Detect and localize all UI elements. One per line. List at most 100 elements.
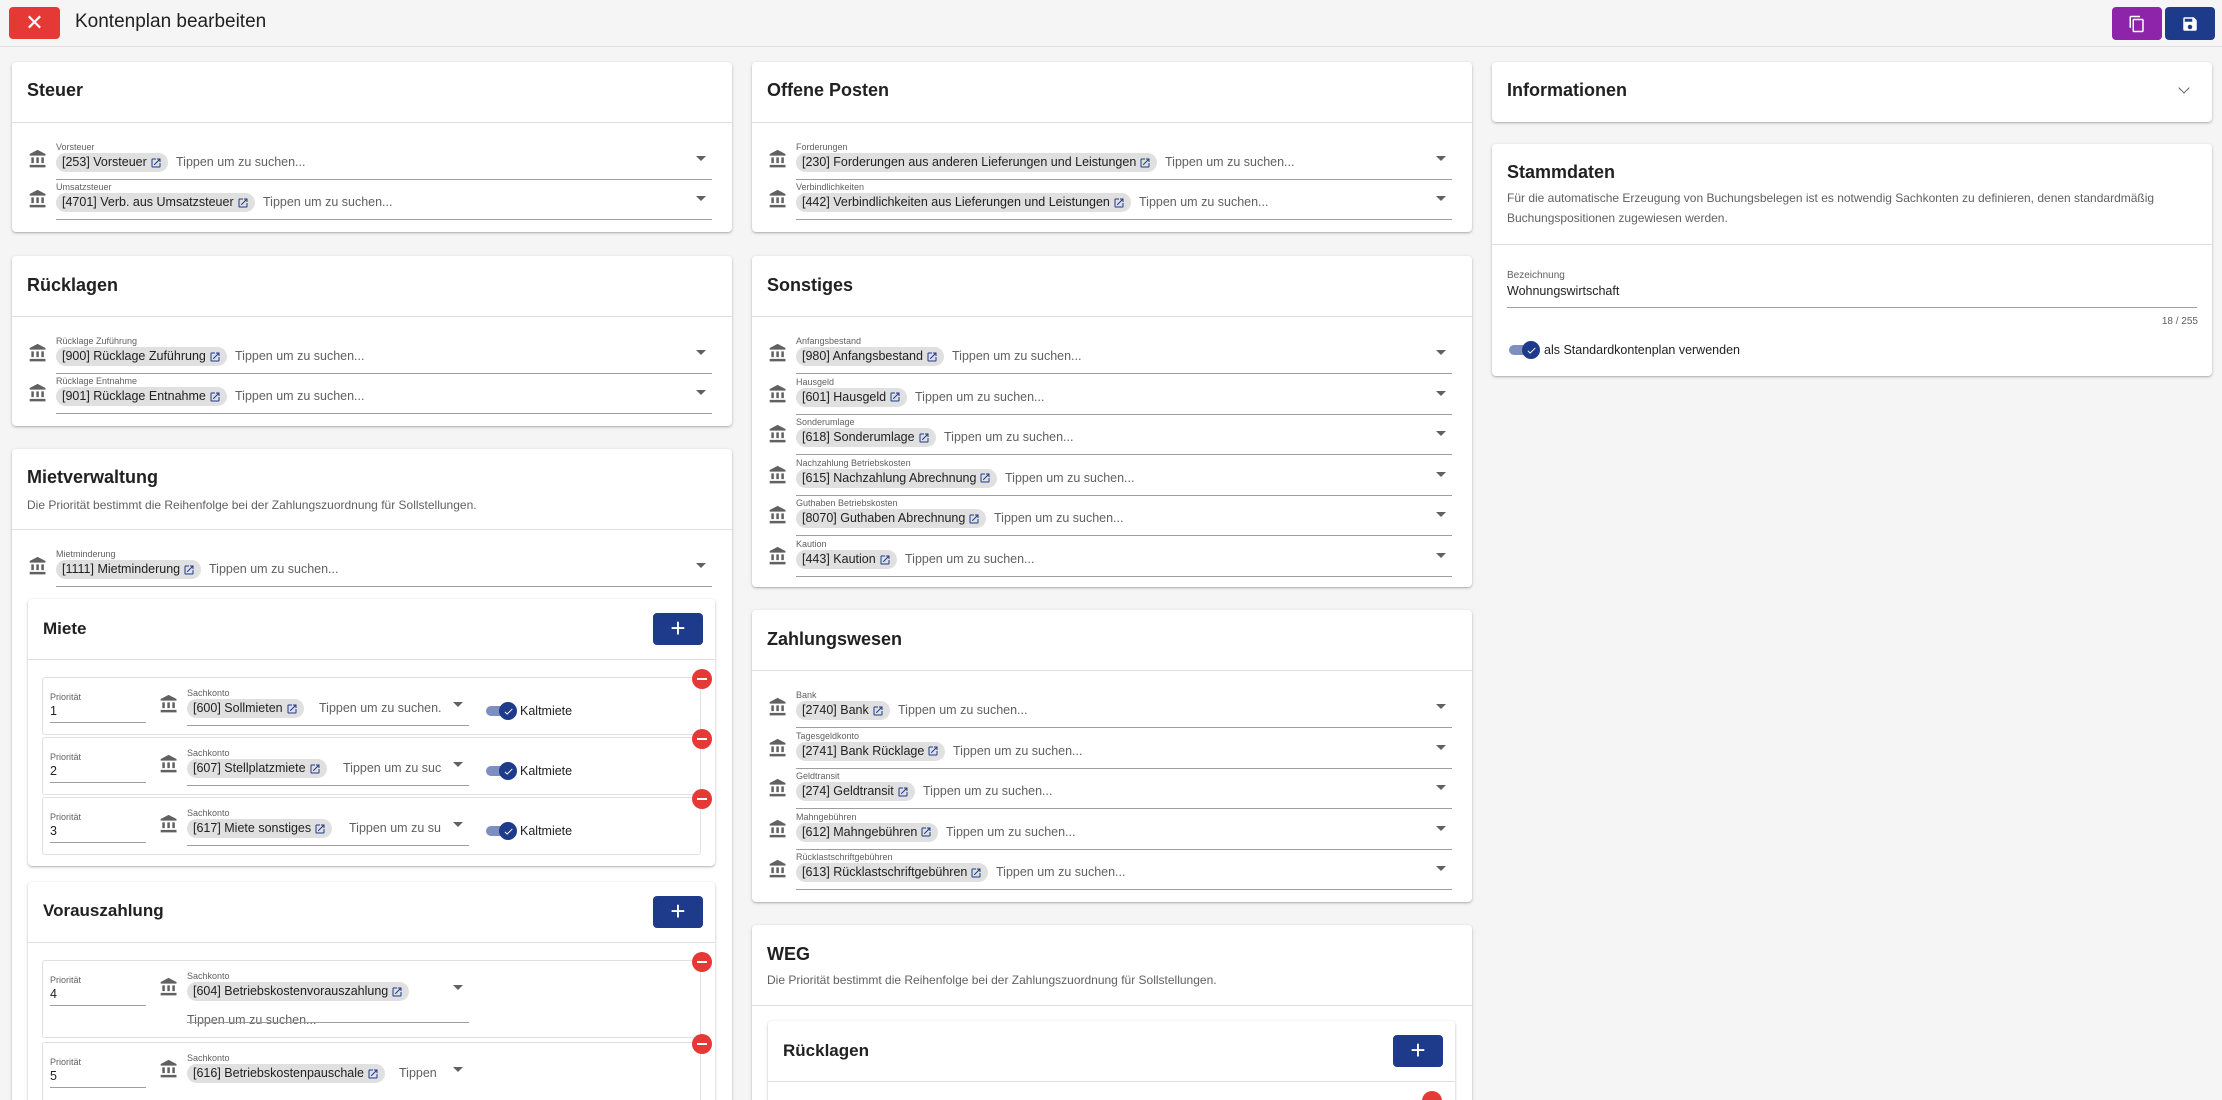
account-select[interactable]: [604] Betriebskostenvorauszahlung Tippen … xyxy=(159,971,469,1027)
account-chip[interactable]: [443] Kaution xyxy=(796,550,897,569)
account-chip[interactable]: [600] Sollmieten xyxy=(187,699,304,718)
dropdown-caret-icon[interactable] xyxy=(453,985,463,990)
account-chip[interactable]: [604] Betriebskostenvorauszahlung xyxy=(187,982,410,1001)
priority-input[interactable]: 5 xyxy=(50,1069,57,1083)
priority-input[interactable]: 1 xyxy=(50,704,57,718)
name-field[interactable]: Wohnungswirtschaft xyxy=(1507,284,1619,298)
add-miete-button[interactable]: + xyxy=(653,613,703,645)
search-placeholder[interactable]: Tippen um zu suchen... xyxy=(915,390,1428,404)
priority-input[interactable]: 4 xyxy=(50,987,57,1001)
remove-button[interactable] xyxy=(692,1034,712,1054)
account-select[interactable]: Rücklage Entnahme [901] Rücklage Entnahme… xyxy=(28,376,712,414)
account-chip[interactable]: [900] Rücklage Zuführung xyxy=(56,347,227,366)
open-external-icon[interactable] xyxy=(1139,157,1151,169)
open-external-icon[interactable] xyxy=(897,786,909,798)
search-placeholder[interactable]: Tippen um zu suchen. xyxy=(319,701,451,715)
dropdown-caret-icon[interactable] xyxy=(696,390,706,395)
account-select[interactable]: Verbindlichkeiten [442] Verbindlichkeiten… xyxy=(768,182,1452,220)
account-select[interactable]: Rücklastschriftgebühren [613] Rücklastsch… xyxy=(768,852,1452,890)
search-placeholder[interactable]: Tippen um zu suchen... xyxy=(944,430,1428,444)
open-external-icon[interactable] xyxy=(209,351,221,363)
search-placeholder[interactable]: Tippen um zu suchen... xyxy=(209,562,688,576)
search-placeholder[interactable]: Tippen xyxy=(399,1066,449,1080)
open-external-icon[interactable] xyxy=(1113,197,1125,209)
account-chip[interactable]: [617] Miete sonstiges xyxy=(187,819,333,838)
account-chip[interactable]: [4701] Verb. aus Umsatzsteuer xyxy=(56,193,255,212)
search-placeholder[interactable]: Tippen um zu suchen... xyxy=(187,1013,447,1027)
account-chip[interactable]: [253] Vorsteuer xyxy=(56,153,168,172)
dropdown-caret-icon[interactable] xyxy=(696,196,706,201)
account-chip[interactable]: [442] Verbindlichkeiten aus Lieferungen … xyxy=(796,193,1131,212)
account-select[interactable]: Hausgeld [601] Hausgeld Tippen um zu suche… xyxy=(768,377,1452,415)
search-placeholder[interactable]: Tippen um zu suchen... xyxy=(1139,195,1428,209)
open-external-icon[interactable] xyxy=(872,705,884,717)
account-chip[interactable]: [1111] Mietminderung xyxy=(56,560,202,579)
dropdown-caret-icon[interactable] xyxy=(1436,744,1446,750)
close-button[interactable]: ✕ xyxy=(9,7,60,39)
dropdown-caret-icon[interactable] xyxy=(1436,156,1446,161)
search-placeholder[interactable]: Tippen um zu suchen... xyxy=(263,195,688,209)
account-select[interactable]: Anfangsbestand [980] Anfangsbestand Tippen… xyxy=(768,336,1452,374)
dropdown-caret-icon[interactable] xyxy=(1436,196,1446,201)
search-placeholder[interactable]: Tippen um zu suchen... xyxy=(923,784,1428,798)
account-chip[interactable]: [616] Betriebskostenpauschale xyxy=(187,1064,385,1083)
search-placeholder[interactable]: Tippen um zu suchen... xyxy=(953,744,1428,758)
dropdown-caret-icon[interactable] xyxy=(1436,390,1446,396)
search-placeholder[interactable]: Tippen um zu suc xyxy=(343,761,451,775)
informationen-card[interactable]: Informationen xyxy=(1492,62,2212,122)
search-placeholder[interactable]: Tippen um zu suchen... xyxy=(1165,155,1428,169)
account-chip[interactable]: [980] Anfangsbestand xyxy=(796,347,944,366)
account-select[interactable]: Forderungen [230] Forderungen aus anderen… xyxy=(768,142,1452,180)
save-button[interactable] xyxy=(2165,7,2215,40)
account-select[interactable]: Mahngebühren [612] Mahngebühren Tippen um … xyxy=(768,812,1452,850)
search-placeholder[interactable]: Tippen um zu suchen... xyxy=(235,389,688,403)
account-chip[interactable]: [274] Geldtransit xyxy=(796,782,915,801)
priority-input[interactable]: 2 xyxy=(50,764,57,778)
add-vorauszahlung-button[interactable]: + xyxy=(653,896,703,928)
open-external-icon[interactable] xyxy=(926,351,938,363)
search-placeholder[interactable]: Tippen um zu suchen... xyxy=(1005,471,1428,485)
search-placeholder[interactable]: Tippen um zu suchen... xyxy=(996,865,1428,879)
dropdown-caret-icon[interactable] xyxy=(1436,471,1446,477)
account-chip[interactable]: [607] Stellplatzmiete xyxy=(187,759,327,778)
account-select[interactable]: Mietminderung [1111] Mietminderung Tippen … xyxy=(28,549,712,587)
account-select[interactable]: Tagesgeldkonto [2741] Bank Rücklage Tippen… xyxy=(768,731,1452,769)
kaltmiete-toggle[interactable] xyxy=(486,702,517,720)
dropdown-caret-icon[interactable] xyxy=(453,762,463,767)
account-chip[interactable]: [8070] Guthaben Abrechnung xyxy=(796,509,987,529)
account-select[interactable]: Umsatzsteuer [4701] Verb. aus Umsatzsteue… xyxy=(28,182,712,220)
open-external-icon[interactable] xyxy=(391,986,403,998)
search-placeholder[interactable]: Tippen um zu suchen... xyxy=(994,511,1428,525)
open-external-icon[interactable] xyxy=(367,1068,379,1080)
chevron-down-icon[interactable] xyxy=(2178,82,2190,94)
add-weg-ruecklage-button[interactable]: + xyxy=(1393,1035,1443,1067)
account-select[interactable]: Vorsteuer [253] Vorsteuer Tippen um zu suc… xyxy=(28,142,712,180)
account-select[interactable]: Bank [2740] Bank Tippen um zu suchen... xyxy=(768,690,1452,728)
remove-button[interactable] xyxy=(692,729,712,749)
account-select[interactable]: [617] Miete sonstiges Tippen um zu su xyxy=(159,808,469,846)
open-external-icon[interactable] xyxy=(968,513,980,525)
account-select[interactable]: Guthaben Betriebskosten [8070] Guthaben A… xyxy=(768,498,1452,537)
account-select[interactable]: [607] Stellplatzmiete Tippen um zu suc xyxy=(159,748,469,786)
account-chip[interactable]: [2741] Bank Rücklage xyxy=(796,741,946,761)
dropdown-caret-icon[interactable] xyxy=(1436,350,1446,355)
open-external-icon[interactable] xyxy=(979,472,991,484)
remove-button[interactable] xyxy=(692,669,712,689)
account-chip[interactable]: [613] Rücklastschriftgebühren xyxy=(796,863,989,882)
dropdown-caret-icon[interactable] xyxy=(453,822,463,827)
open-external-icon[interactable] xyxy=(927,745,939,757)
open-external-icon[interactable] xyxy=(150,157,162,169)
account-chip[interactable]: [2740] Bank xyxy=(796,701,890,720)
search-placeholder[interactable]: Tippen um zu suchen... xyxy=(946,825,1428,839)
default-plan-toggle[interactable] xyxy=(1509,341,1540,359)
dropdown-caret-icon[interactable] xyxy=(453,1067,463,1072)
account-chip[interactable]: [618] Sonderumlage xyxy=(796,428,936,448)
remove-button[interactable] xyxy=(1422,1091,1442,1100)
dropdown-caret-icon[interactable] xyxy=(696,563,706,568)
dropdown-caret-icon[interactable] xyxy=(1436,825,1446,831)
account-select[interactable]: Nachzahlung Betriebskosten [615] Nachzahl… xyxy=(768,458,1452,496)
open-external-icon[interactable] xyxy=(889,391,901,403)
account-select[interactable]: Kaution [443] Kaution Tippen um zu suchen.… xyxy=(768,539,1452,577)
remove-button[interactable] xyxy=(692,789,712,809)
dropdown-caret-icon[interactable] xyxy=(1436,785,1446,790)
